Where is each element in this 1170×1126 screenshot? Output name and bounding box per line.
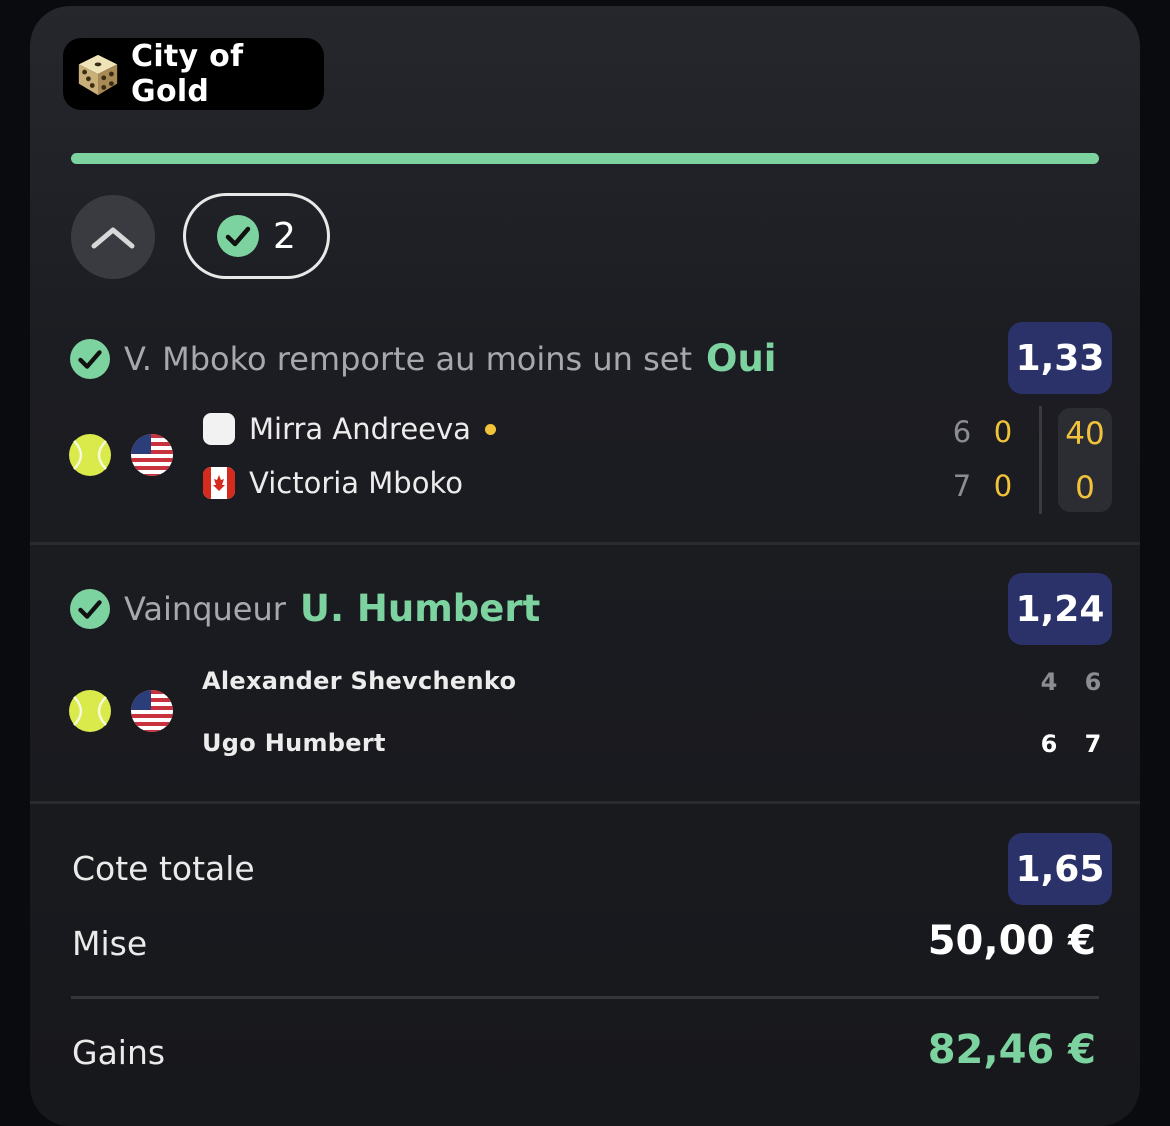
check-circle-icon [70,338,110,379]
game-score: 40 [1065,416,1105,452]
progress-bar [71,153,1099,164]
player-name: Ugo Humbert [202,729,386,757]
tennis-ball-icon [69,434,111,476]
player-row: Mirra Andreeva [203,412,496,446]
check-circle-icon [70,588,110,629]
player-name: Mirra Andreeva [249,412,471,446]
game-name: City of Gold [131,39,244,109]
check-circle-icon [217,215,260,257]
game-score: 0 [1075,470,1095,506]
bet-market: Vainqueur [124,589,286,628]
odds-badge: 1,33 [1008,322,1112,394]
set-score: 6 [1040,730,1058,758]
set-score: 7 [1084,730,1102,758]
player-name: Alexander Shevchenko [202,667,517,695]
game-tag[interactable]: City of Gold [63,38,324,110]
set-score: 0 [993,469,1013,503]
total-odds-badge: 1,65 [1008,833,1112,905]
stake-value: 50,00 € [927,918,1096,964]
us-flag-icon [131,690,173,732]
neutral-flag-icon [203,413,235,445]
tennis-ball-icon [69,690,111,732]
bet-selection: U. Humbert [299,587,541,630]
total-odds-label: Cote totale [72,849,255,888]
bet-selection: Oui [705,337,777,380]
won-selections-badge[interactable]: 2 [183,193,330,279]
chevron-up-icon [91,227,135,249]
score-divider [1039,406,1042,514]
set-score: 0 [993,415,1013,449]
divider [71,996,1099,999]
set-score: 4 [1040,668,1058,696]
set-score: 7 [952,469,972,503]
bet-title: Vainqueur U. Humbert [70,587,540,630]
bet-title: V. Mboko remporte au moins un set Oui [70,337,776,380]
divider [30,801,1140,804]
game-score-box: 40 0 [1058,408,1112,512]
won-count: 2 [273,215,296,257]
dice-icon [78,54,118,96]
player-row: Victoria Mboko [203,466,463,500]
set-score: 6 [1084,668,1102,696]
collapse-button[interactable] [71,195,155,279]
bet-card: City of Gold 2 V. Mboko remporte au moin… [30,6,1140,1126]
bet-market: V. Mboko remporte au moins un set [124,339,692,378]
divider [30,542,1140,545]
player-name: Victoria Mboko [249,466,463,500]
set-score: 6 [952,415,972,449]
stake-label: Mise [72,924,148,963]
winnings-value: 82,46 € [927,1027,1096,1073]
us-flag-icon [131,434,173,476]
serving-indicator [484,423,496,435]
winnings-label: Gains [72,1033,166,1072]
odds-badge: 1,24 [1008,573,1112,645]
canada-flag-icon [203,467,235,499]
